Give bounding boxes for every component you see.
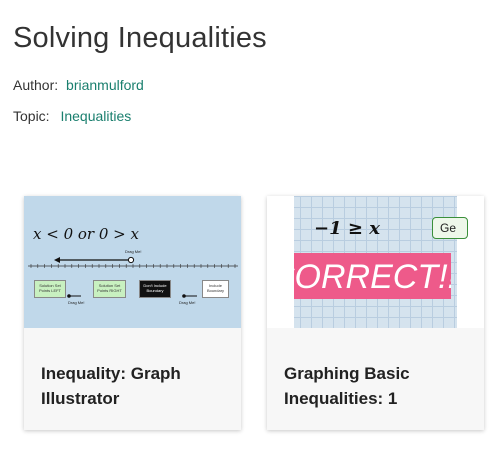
correct-banner-text: CORRECT!!! bbox=[294, 258, 451, 296]
drag-label-top: Drag Me! bbox=[125, 249, 141, 254]
include-boundary-box: Include Boundary bbox=[202, 280, 229, 298]
exclude-boundary-box: Don't Include Boundary bbox=[139, 280, 171, 298]
number-line-graphic: Drag Me! Drag Me! Drag Me! bbox=[28, 249, 238, 305]
thumbnail-math: −1 ≥ x bbox=[314, 218, 380, 239]
card-footer: Inequality: Graph Illustrator bbox=[24, 328, 241, 430]
activity-card[interactable]: x < 0 or 0 > x Drag Me! Drag Me! Drag Me… bbox=[24, 196, 241, 430]
topic-link[interactable]: Inequalities bbox=[60, 108, 131, 124]
thumbnail-margin bbox=[457, 196, 484, 328]
card-footer: Graphing Basic Inequalities: 1 bbox=[267, 328, 484, 430]
card-title[interactable]: Inequality: Graph Illustrator bbox=[41, 361, 231, 411]
page-title: Solving Inequalities bbox=[13, 22, 267, 54]
topic-row: Topic: Inequalities bbox=[13, 108, 131, 124]
topic-label: Topic: bbox=[13, 108, 50, 124]
thumbnail-margin bbox=[267, 196, 294, 328]
solution-right-box: Solution Set Points RIGHT bbox=[93, 280, 126, 298]
author-row: Author: brianmulford bbox=[13, 77, 144, 93]
drag-label-right: Drag Me! bbox=[179, 300, 195, 305]
drag-label-left: Drag Me! bbox=[68, 300, 84, 305]
activity-card[interactable]: −1 ≥ x CORRECT!!! Ge Graphing Basic Ineq… bbox=[267, 196, 484, 430]
card-thumbnail: −1 ≥ x CORRECT!!! Ge bbox=[267, 196, 484, 328]
author-label: Author: bbox=[13, 77, 59, 93]
solution-left-box: Solution Set Points LEFT bbox=[34, 280, 66, 298]
card-title[interactable]: Graphing Basic Inequalities: 1 bbox=[284, 361, 474, 411]
thumbnail-button: Ge bbox=[432, 217, 468, 239]
card-thumbnail: x < 0 or 0 > x Drag Me! Drag Me! Drag Me… bbox=[24, 196, 241, 328]
author-link[interactable]: brianmulford bbox=[66, 77, 144, 93]
